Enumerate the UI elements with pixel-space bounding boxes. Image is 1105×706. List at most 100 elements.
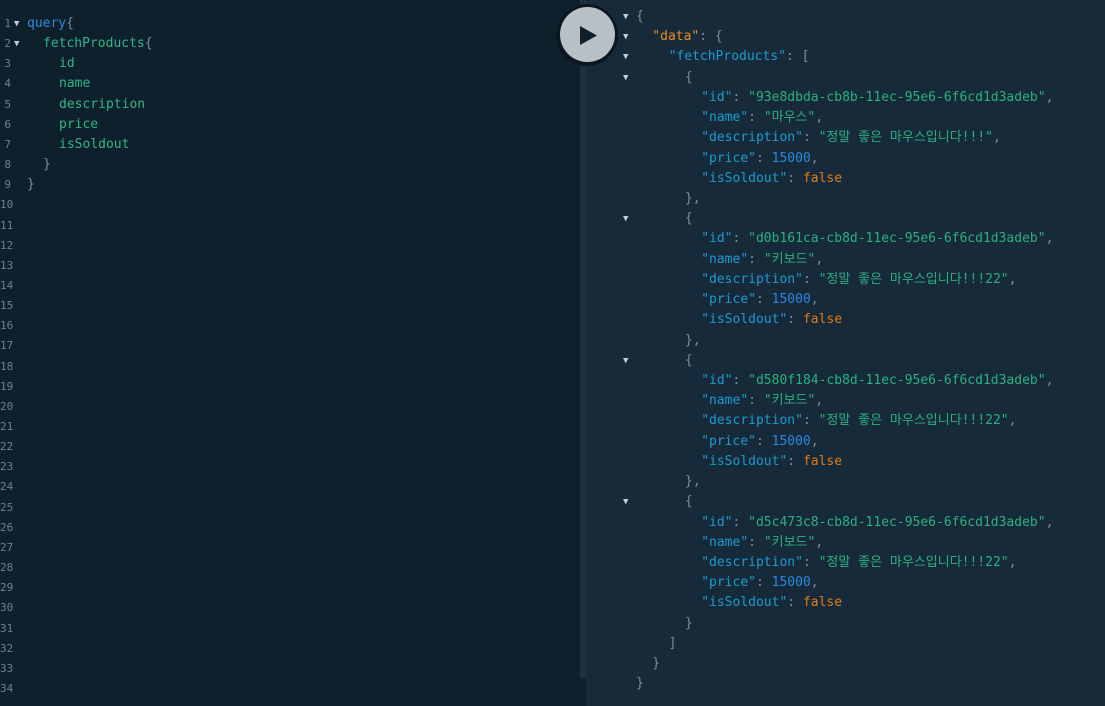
json-colon: :	[802, 554, 819, 570]
json-brace: {	[684, 69, 693, 85]
result-code: "description": "정말 좋은 마우스입니다!!!22",	[701, 553, 1016, 573]
json-value-isSoldout: false	[802, 312, 843, 328]
run-query-button[interactable]	[560, 7, 615, 62]
result-code: {	[685, 492, 693, 512]
json-key: "price"	[701, 150, 756, 166]
line-number: 34	[0, 681, 14, 695]
line-number: 31	[0, 621, 14, 635]
line-number: 23	[0, 460, 14, 474]
result-code: "id": "d0b161ca-cb8d-11ec-95e6-6f6cd1d3a…	[701, 229, 1053, 249]
line-number: 33	[0, 661, 14, 675]
json-value-id: "d0b161ca-cb8d-11ec-95e6-6f6cd1d3adeb"	[748, 231, 1046, 247]
json-key: "data"	[652, 29, 700, 45]
json-key: "description"	[701, 413, 803, 429]
query-code: description	[59, 95, 145, 115]
line-number: 27	[0, 540, 14, 554]
json-brace: {	[684, 211, 693, 227]
line-number: 25	[0, 500, 14, 514]
json-value-id: "d580f184-cb8d-11ec-95e6-6f6cd1d3adeb"	[748, 372, 1046, 388]
json-comma: ,	[815, 393, 824, 409]
json-comma: ,	[1045, 372, 1054, 388]
result-code: "data": {	[652, 27, 722, 47]
line-number: 21	[0, 420, 14, 433]
line-number: 14	[0, 278, 14, 292]
json-key: "name"	[701, 251, 749, 267]
json-bracket: [	[801, 49, 810, 65]
json-comma: ,	[992, 130, 1001, 146]
json-brace: },	[684, 190, 701, 206]
json-comma: ,	[1008, 413, 1017, 429]
fold-arrow-icon[interactable]: ▼	[623, 351, 628, 371]
fold-arrow-icon[interactable]: ▼	[623, 7, 628, 27]
result-code: "price": 15000,	[701, 573, 818, 593]
line-number: 4	[4, 77, 11, 91]
json-value-price: 15000	[771, 575, 811, 591]
result-code: "price": 15000,	[701, 432, 818, 452]
line-number: 26	[0, 520, 14, 534]
result-code: }	[636, 674, 644, 694]
query-code: }	[27, 175, 35, 195]
line-number: 3	[4, 57, 11, 71]
json-colon: :	[732, 514, 749, 530]
json-comma: ,	[810, 433, 819, 449]
json-colon: :	[699, 29, 715, 45]
query-brace: }	[27, 177, 35, 193]
result-code: {	[685, 209, 693, 229]
line-number: 12	[0, 238, 14, 252]
query-code: }	[43, 155, 51, 175]
json-key: "name"	[701, 393, 749, 409]
fold-arrow-icon[interactable]: ▼	[14, 34, 19, 54]
json-value-isSoldout: false	[802, 170, 843, 186]
line-number: 15	[0, 299, 14, 313]
json-colon: :	[755, 150, 772, 166]
line-number: 10	[0, 198, 14, 212]
fold-arrow-icon[interactable]: ▼	[623, 47, 628, 67]
line-number: 22	[0, 440, 14, 454]
json-key: "fetchProducts"	[668, 49, 786, 65]
json-brace: }	[636, 676, 644, 692]
query-field: fetchProducts	[43, 36, 145, 52]
fold-arrow-icon[interactable]: ▼	[623, 209, 628, 229]
json-value-price: 15000	[771, 292, 811, 308]
json-value-id: "93e8dbda-cb8b-11ec-95e6-6f6cd1d3adeb"	[748, 89, 1046, 105]
result-code: {	[685, 351, 693, 371]
result-code: "id": "d5c473c8-cb8d-11ec-95e6-6f6cd1d3a…	[701, 513, 1053, 533]
result-code: "price": 15000,	[701, 149, 818, 169]
json-key: "isSoldout"	[701, 312, 788, 328]
result-code: },	[685, 189, 701, 209]
fold-arrow-icon[interactable]: ▼	[623, 27, 628, 47]
result-code: }	[685, 614, 693, 634]
fold-arrow-icon[interactable]: ▼	[14, 14, 19, 34]
query-brace: {	[144, 36, 153, 52]
json-brace: {	[684, 352, 693, 368]
query-keyword: query	[27, 16, 67, 31]
fold-arrow-icon[interactable]: ▼	[623, 68, 628, 88]
json-value-price: 15000	[771, 433, 811, 449]
json-brace: {	[714, 29, 723, 45]
line-number: 6	[4, 117, 11, 131]
line-number: 32	[0, 641, 14, 655]
json-colon: :	[802, 130, 819, 146]
json-comma: ,	[810, 575, 819, 591]
line-number: 30	[0, 601, 14, 615]
json-comma: ,	[815, 534, 824, 550]
json-key: "description"	[701, 271, 803, 287]
json-colon: :	[748, 393, 764, 409]
json-colon: :	[732, 231, 749, 247]
result-viewer: ▼ { ▼ "data": { ▼ "fetchProducts": [ ▼ { "id": "…	[586, 0, 1105, 706]
result-code: "name": "키보드",	[701, 533, 823, 553]
query-editor[interactable]: 1 ▼ query{2 ▼ fetchProducts{3 id 4 name 5 descrip…	[0, 0, 580, 706]
fold-arrow-icon[interactable]: ▼	[623, 492, 628, 512]
result-code: "name": "마우스",	[701, 108, 823, 128]
json-key: "id"	[701, 89, 733, 105]
result-code: "isSoldout": false	[701, 452, 842, 472]
query-field: price	[59, 116, 99, 132]
json-colon: :	[755, 292, 772, 308]
json-colon: :	[802, 413, 819, 429]
query-code: price	[59, 115, 98, 135]
json-value-id: "d5c473c8-cb8d-11ec-95e6-6f6cd1d3adeb"	[748, 514, 1046, 530]
json-key: "name"	[701, 110, 749, 126]
json-value-description: "정말 좋은 마우스입니다!!!22"	[818, 554, 1009, 570]
json-value-price: 15000	[771, 150, 811, 166]
result-code: },	[685, 472, 701, 492]
